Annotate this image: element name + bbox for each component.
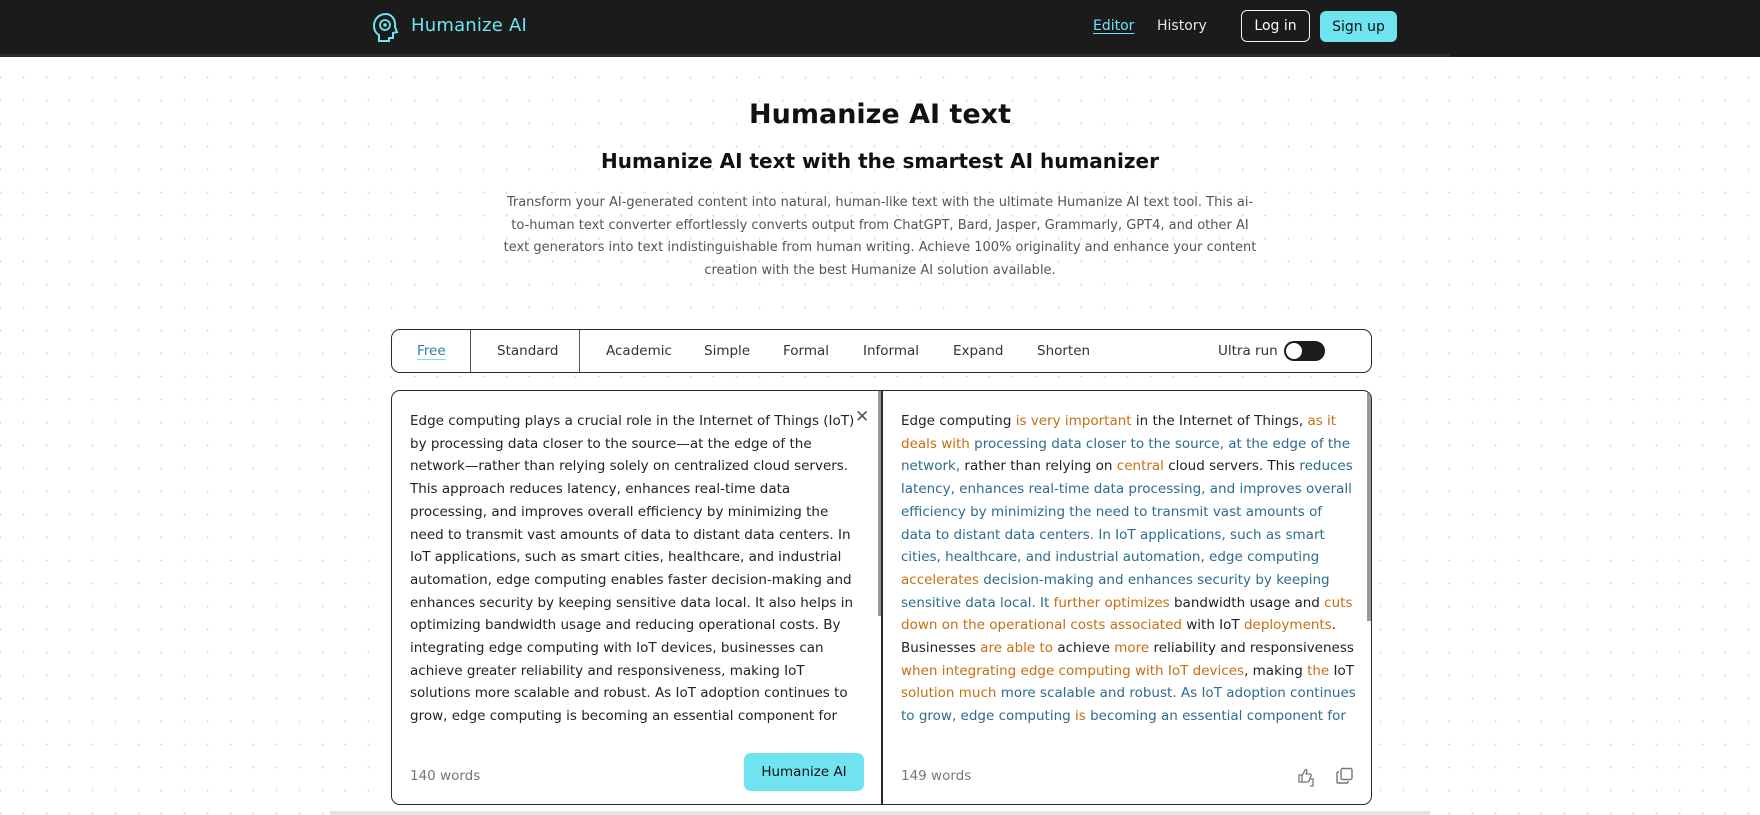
nav-history-link[interactable]: History (1157, 18, 1207, 34)
login-button[interactable]: Log in (1241, 10, 1310, 42)
brand-name[interactable]: Humanize AI (411, 15, 527, 36)
plain-phrase: cloud servers. This (1163, 458, 1300, 475)
mode-selector: Free Standard Academic Simple Formal Inf… (391, 329, 1372, 373)
rewritten-phrase: is very important (1015, 413, 1132, 429)
rewritten-phrase: central (1116, 458, 1164, 475)
rewritten-phrase: are able to (980, 640, 1054, 657)
mode-tab-academic[interactable]: Academic (606, 343, 672, 359)
clear-input-icon[interactable]: ✕ (855, 407, 869, 427)
plain-phrase: with IoT (1181, 617, 1244, 634)
page-description: Transform your AI-generated content into… (503, 195, 1257, 278)
plain-phrase: in the Internet of Things, (1131, 413, 1308, 429)
mode-tab-shorten[interactable]: Shorten (1037, 343, 1090, 359)
input-textarea[interactable]: Edge computing plays a crucial role in t… (410, 410, 860, 730)
toggle-knob (1285, 342, 1303, 360)
mode-tab-informal[interactable]: Informal (863, 343, 919, 359)
thumbs-feedback-icon[interactable] (1296, 766, 1318, 788)
mode-divider (579, 330, 580, 372)
plain-phrase: reliability and responsiveness (1149, 640, 1354, 657)
rewritten-phrase: is (1075, 708, 1086, 725)
plain-phrase: Edge computing (901, 413, 1016, 429)
rewritten-phrase: accelerates (901, 571, 979, 588)
copy-icon[interactable] (1335, 766, 1355, 786)
mode-divider (470, 330, 471, 372)
rewritten-phrase: the (1307, 662, 1330, 679)
rewritten-phrase: more (1114, 640, 1150, 657)
mode-tab-standard[interactable]: Standard (497, 343, 558, 359)
rewritten-phrase: when integrating edge computing with IoT… (901, 662, 1245, 679)
ultra-run-toggle[interactable] (1284, 341, 1325, 361)
plain-phrase: IoT (1329, 662, 1355, 679)
nav-editor-link[interactable]: Editor (1093, 18, 1134, 34)
output-word-count: 149 words (901, 768, 972, 784)
mode-tab-free[interactable]: Free (417, 343, 446, 359)
panel-divider (881, 391, 883, 804)
mode-tab-expand[interactable]: Expand (953, 343, 1004, 359)
page-subtitle: Humanize AI text with the smartest AI hu… (601, 149, 1159, 173)
top-navbar: Humanize AI Editor History Log in Sign u… (0, 0, 1760, 57)
input-word-count: 140 words (410, 768, 481, 784)
page-title: Humanize AI text (749, 99, 1011, 130)
mode-tab-simple[interactable]: Simple (704, 343, 750, 359)
output-text: Edge computing is very important in the … (901, 410, 1356, 730)
plain-phrase: rather than relying on (960, 458, 1117, 475)
mode-tab-formal[interactable]: Formal (783, 343, 829, 359)
head-spiral-icon[interactable] (371, 11, 401, 43)
ultra-run-label: Ultra run (1218, 343, 1278, 359)
plain-phrase: , making (1244, 662, 1308, 679)
plain-phrase: bandwidth usage and (1169, 594, 1325, 611)
output-scrollbar[interactable] (1367, 391, 1371, 621)
rewritten-phrase: further optimizes (1049, 594, 1170, 611)
editor-container: Edge computing plays a crucial role in t… (391, 390, 1372, 805)
kept-phrase: reduces latency, enhances real-time data… (901, 458, 1353, 566)
plain-phrase: achieve (1053, 640, 1115, 657)
footer-edge (330, 811, 1430, 815)
signup-button[interactable]: Sign up (1320, 11, 1397, 42)
humanize-button[interactable]: Humanize AI (744, 753, 864, 791)
rewritten-phrase: solution much (901, 685, 997, 702)
rewritten-phrase: deployments (1243, 617, 1332, 634)
navbar-divider (0, 54, 1450, 57)
